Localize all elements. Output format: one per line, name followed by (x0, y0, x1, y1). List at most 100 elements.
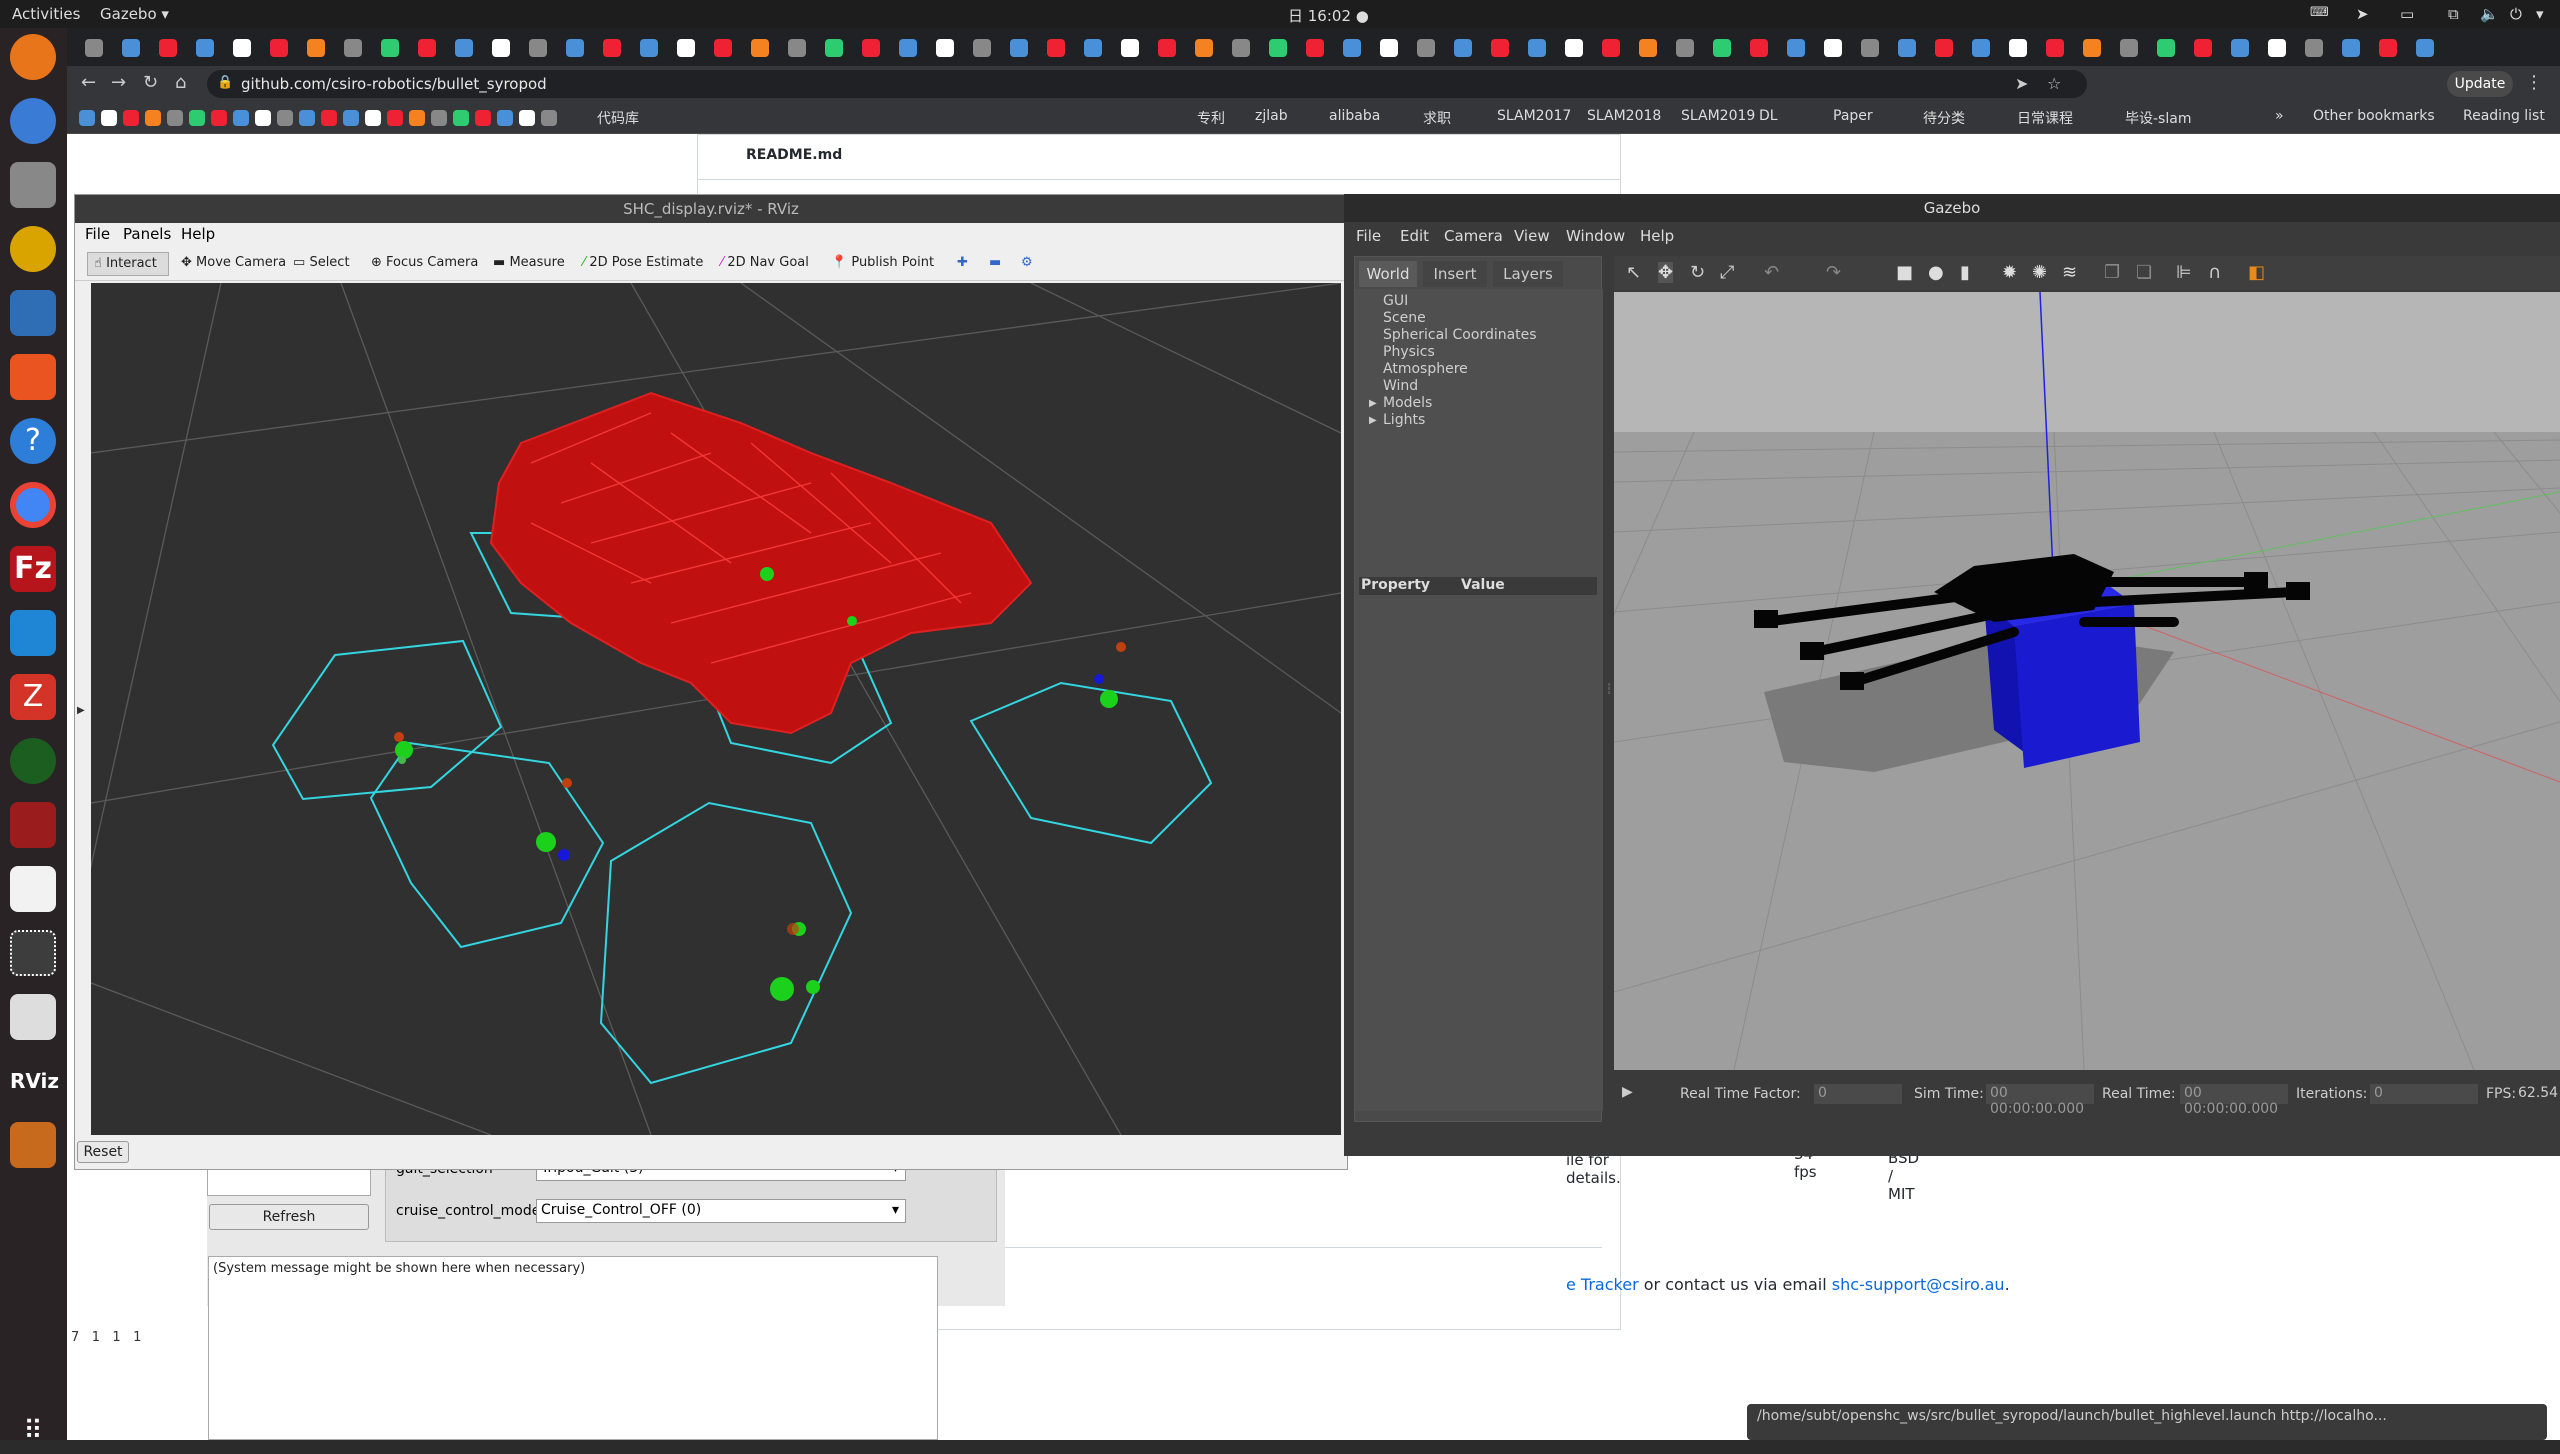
splitter-handle[interactable]: ┆ (1606, 684, 1612, 704)
menu-panels[interactable]: Panels (123, 225, 171, 243)
tab-favicon[interactable] (1602, 39, 1620, 57)
tab-favicon[interactable] (85, 39, 103, 57)
firefox-icon[interactable] (10, 34, 56, 80)
tab-favicon[interactable] (1639, 39, 1657, 57)
address-bar[interactable]: 🔒 github.com/csiro-robotics/bullet_syrop… (207, 70, 2087, 98)
tab-favicon[interactable] (344, 39, 362, 57)
tab-favicon[interactable] (714, 39, 732, 57)
tab-favicon[interactable] (2009, 39, 2027, 57)
gz-menu-window[interactable]: Window (1566, 227, 1625, 245)
bookmark-folder[interactable]: DL (1759, 108, 1778, 124)
bookmark-folder[interactable]: Paper (1833, 108, 1873, 124)
tab-favicon[interactable] (1343, 39, 1361, 57)
align-icon[interactable]: ⊫ (2176, 262, 2192, 283)
tab-favicon[interactable] (973, 39, 991, 57)
tab-favicon[interactable] (1750, 39, 1768, 57)
vscode-icon[interactable] (10, 610, 56, 656)
tab-favicon[interactable] (2305, 39, 2323, 57)
bookmark-star-icon[interactable]: ☆ (2047, 74, 2061, 93)
bookmark-folder[interactable]: SLAM2018 (1587, 108, 1661, 124)
reset-button[interactable]: Reset (77, 1141, 129, 1163)
snap-icon[interactable]: ∩ (2208, 262, 2221, 283)
tab-favicon[interactable] (2046, 39, 2064, 57)
tab-favicon[interactable] (2268, 39, 2286, 57)
bookmark-favicon[interactable] (321, 110, 337, 126)
tab-favicon[interactable] (492, 39, 510, 57)
collapse-arrow-icon[interactable]: ▶ (77, 705, 85, 716)
tab-favicon[interactable] (529, 39, 547, 57)
tab-favicon[interactable] (2379, 39, 2397, 57)
tab-favicon[interactable] (1972, 39, 1990, 57)
more-bookmarks-icon[interactable]: » (2275, 108, 2284, 124)
thunderbird-icon[interactable] (10, 98, 56, 144)
tool-interact[interactable]: ☝ Interact (87, 252, 169, 276)
tab-favicon[interactable] (1491, 39, 1509, 57)
refresh-button[interactable]: Refresh (209, 1204, 369, 1230)
tree-item[interactable]: GUI (1383, 293, 1537, 310)
rotate-icon[interactable]: ↻ (1690, 262, 1705, 283)
bookmark-folder[interactable]: 日常课程 (2017, 108, 2073, 128)
copy-icon[interactable]: ❐ (2104, 262, 2120, 283)
bookmark-favicon[interactable] (79, 110, 95, 126)
tab-favicon[interactable] (899, 39, 917, 57)
tab-favicon[interactable] (640, 39, 658, 57)
bookmark-favicon[interactable] (277, 110, 293, 126)
gazebo-3d-view[interactable] (1614, 292, 2560, 1070)
bookmark-favicon[interactable] (497, 110, 513, 126)
chevron-down-icon[interactable]: ▾ (2536, 5, 2544, 23)
software-icon[interactable] (10, 354, 56, 400)
tab-favicon[interactable] (1713, 39, 1731, 57)
menu-help[interactable]: Help (181, 225, 215, 243)
update-button[interactable]: Update (2447, 71, 2513, 97)
tab-favicon[interactable] (1306, 39, 1324, 57)
tab-favicon[interactable] (418, 39, 436, 57)
tab-favicon[interactable] (122, 39, 140, 57)
telegram-icon[interactable]: ➤ (2356, 5, 2369, 23)
tab-favicon[interactable] (751, 39, 769, 57)
zotero-icon[interactable]: Z (10, 674, 56, 720)
scale-icon[interactable]: ⤢ (1720, 262, 1734, 283)
tab-favicon[interactable] (1010, 39, 1028, 57)
rviz-icon[interactable]: RViz (10, 1058, 59, 1104)
tab-favicon[interactable] (455, 39, 473, 57)
bookmark-favicon[interactable] (387, 110, 403, 126)
keyboard-icon[interactable]: ⌨ (2310, 5, 2329, 20)
app-menu[interactable]: Gazebo ▾ (100, 5, 169, 23)
bookmark-folder[interactable]: SLAM2019 (1681, 108, 1755, 124)
bookmark-folder[interactable]: zjlab (1255, 108, 1288, 124)
tab-favicon[interactable] (1047, 39, 1065, 57)
network-icon[interactable]: ⧉ (2448, 5, 2459, 23)
bookmark-favicon[interactable] (431, 110, 447, 126)
tab-favicon[interactable] (381, 39, 399, 57)
bookmark-folder[interactable]: 代码库 (597, 108, 639, 128)
tab-favicon[interactable] (825, 39, 843, 57)
tab-favicon[interactable] (2342, 39, 2360, 57)
tab-world[interactable]: World (1359, 261, 1417, 287)
menu-icon[interactable]: ⋮ (2525, 72, 2543, 93)
tab-favicon[interactable] (233, 39, 251, 57)
tree-item[interactable]: Wind (1383, 378, 1537, 395)
battery-icon[interactable]: ▭ (2400, 5, 2414, 23)
bookmark-favicon[interactable] (233, 110, 249, 126)
tool-2d-nav-goal[interactable]: ⁄ 2D Nav Goal (715, 252, 815, 276)
paste-icon[interactable]: ❏ (2136, 262, 2152, 283)
clock[interactable]: 日 16:02 ● (1288, 5, 1369, 26)
bookmark-favicon[interactable] (211, 110, 227, 126)
show-apps-icon[interactable]: ⠿ (10, 1408, 56, 1454)
readme-title[interactable]: README.md (746, 147, 842, 163)
tab-favicon[interactable] (1528, 39, 1546, 57)
bookmark-folder[interactable]: 待分类 (1923, 108, 1965, 128)
chrome-icon[interactable] (10, 482, 56, 528)
tree-item[interactable]: Spherical Coordinates (1383, 327, 1537, 344)
terminal-icon[interactable] (10, 802, 56, 848)
bookmark-favicon[interactable] (167, 110, 183, 126)
tab-favicon[interactable] (270, 39, 288, 57)
translate-icon[interactable]: ✥ (1658, 262, 1674, 283)
bookmark-folder[interactable]: 专利 (1197, 108, 1225, 128)
power-icon[interactable]: ⏻ (2510, 5, 2522, 23)
bookmark-favicon[interactable] (365, 110, 381, 126)
tab-favicon[interactable] (1121, 39, 1139, 57)
bookmark-favicon[interactable] (409, 110, 425, 126)
forward-icon[interactable]: → (111, 72, 126, 93)
tab-favicon[interactable] (1269, 39, 1287, 57)
